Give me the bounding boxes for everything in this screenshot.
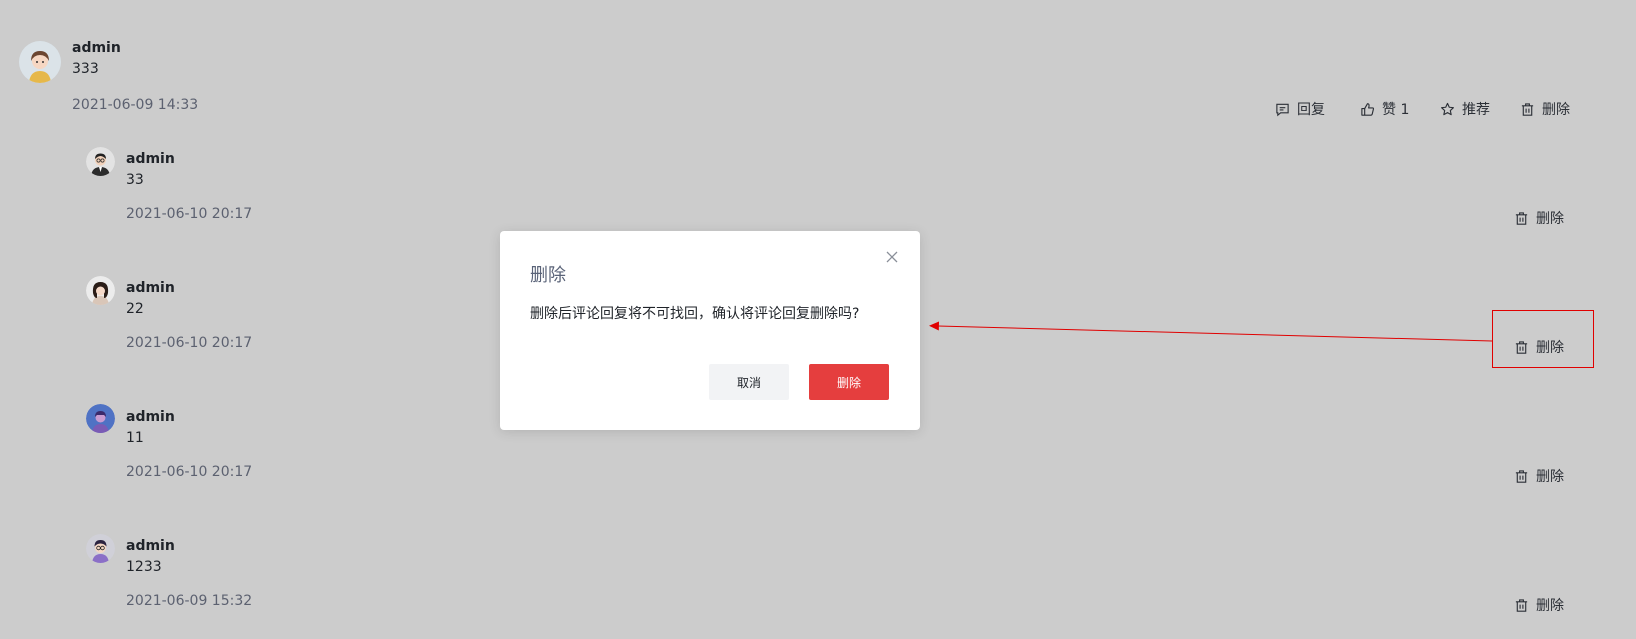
comment-time: 2021-06-09 14:33 (72, 97, 199, 113)
delete-label: 删除 (1536, 211, 1564, 227)
reply-username: admin (126, 280, 175, 296)
avatar (86, 534, 115, 563)
comment-username: admin (72, 40, 121, 56)
reply-time: 2021-06-10 20:17 (126, 206, 253, 222)
reply-time: 2021-06-10 20:17 (126, 335, 253, 351)
delete-label: 删除 (1536, 598, 1564, 614)
like-label: 赞 1 (1382, 102, 1410, 118)
reply-username: admin (126, 538, 175, 554)
reply-content: 33 (126, 172, 144, 188)
delete-label: 删除 (1536, 469, 1564, 485)
comment-content: 333 (72, 61, 99, 77)
close-icon[interactable] (885, 250, 899, 264)
thumbs-up-icon (1360, 102, 1375, 117)
dialog-title: 删除 (530, 265, 566, 286)
reply-username: admin (126, 151, 175, 167)
delete-reply-button[interactable]: 删除 (1514, 466, 1564, 486)
recommend-label: 推荐 (1462, 102, 1490, 118)
reply-label: 回复 (1297, 102, 1325, 118)
avatar (86, 404, 115, 433)
reply-button[interactable]: 回复 (1275, 99, 1325, 119)
avatar (19, 41, 61, 83)
reply-content: 11 (126, 430, 144, 446)
trash-icon (1514, 598, 1529, 613)
reply-time: 2021-06-09 15:32 (126, 593, 253, 609)
delete-confirm-dialog: 删除 删除后评论回复将不可找回，确认将评论回复删除吗? 取消 删除 (500, 231, 920, 430)
trash-icon (1514, 211, 1529, 226)
delete-comment-button[interactable]: 删除 (1520, 99, 1570, 119)
recommend-button[interactable]: 推荐 (1440, 99, 1490, 119)
reply-content: 22 (126, 301, 144, 317)
delete-reply-button[interactable]: 删除 (1514, 595, 1564, 615)
annotation-highlight-box (1492, 310, 1594, 368)
avatar (86, 147, 115, 176)
confirm-delete-button[interactable]: 删除 (809, 364, 889, 400)
reply-time: 2021-06-10 20:17 (126, 464, 253, 480)
comment-icon (1275, 102, 1290, 117)
avatar (86, 276, 115, 305)
delete-reply-button[interactable]: 删除 (1514, 208, 1564, 228)
like-button[interactable]: 赞 1 (1360, 99, 1409, 119)
reply-content: 1233 (126, 559, 162, 575)
dialog-message: 删除后评论回复将不可找回，确认将评论回复删除吗? (530, 306, 860, 322)
delete-label: 删除 (1542, 102, 1570, 118)
reply-username: admin (126, 409, 175, 425)
cancel-button[interactable]: 取消 (709, 364, 789, 400)
trash-icon (1520, 102, 1535, 117)
trash-icon (1514, 469, 1529, 484)
star-icon (1440, 102, 1455, 117)
